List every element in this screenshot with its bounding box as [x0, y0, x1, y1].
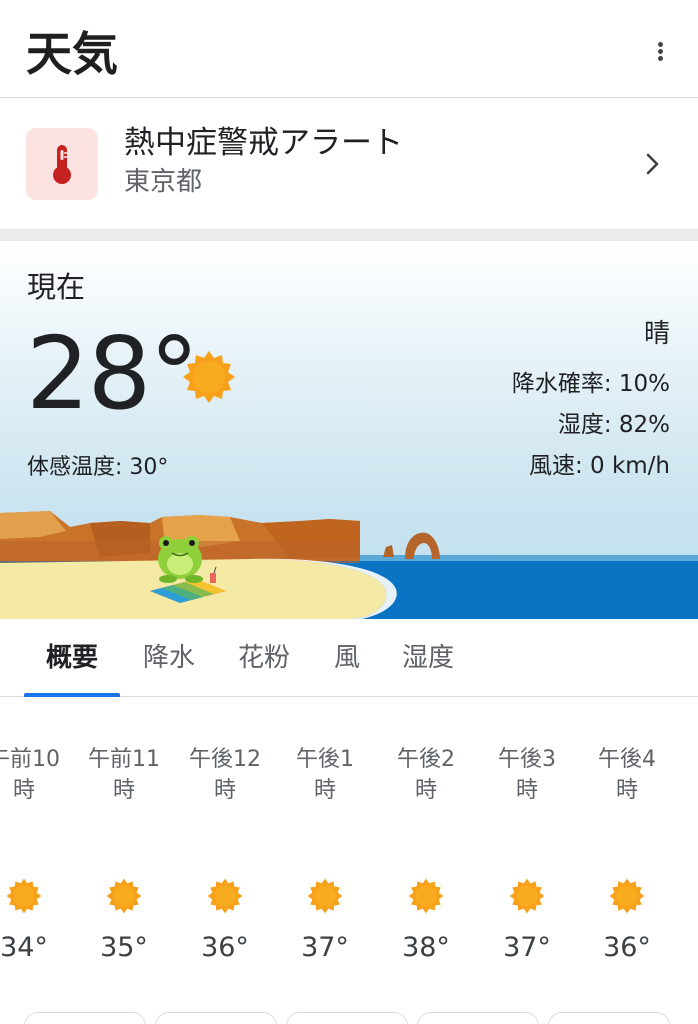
- hour-temperature: 35°: [100, 932, 148, 963]
- hour-label: 午後4 時: [598, 747, 656, 803]
- sunny-icon: [609, 878, 645, 914]
- alert-title: 熱中症警戒アラート: [124, 125, 403, 161]
- app-bar: 天気: [0, 0, 698, 98]
- current-label: 現在: [27, 270, 86, 304]
- chevron-right-icon: [646, 153, 659, 175]
- hour-temperature: 36°: [603, 932, 651, 963]
- hour-label: 午後2 時: [397, 747, 455, 803]
- tab-precipitation[interactable]: 降水: [143, 641, 195, 675]
- hour-label: 午後12 時: [189, 747, 261, 803]
- thermometer-icon: [26, 128, 98, 200]
- tab-humidity[interactable]: 湿度: [402, 641, 454, 675]
- tab-wind[interactable]: 風: [334, 641, 360, 675]
- forecast-chip[interactable]: [155, 1012, 277, 1024]
- forecast-chip[interactable]: [548, 1012, 670, 1024]
- hour-label: 午前10時: [0, 747, 60, 803]
- alert-location: 東京都: [124, 167, 203, 197]
- forecast-tabs: 概要 降水 花粉 風 湿度: [0, 619, 698, 697]
- hour-label: 午後3 時: [498, 747, 556, 803]
- forecast-chip[interactable]: [417, 1012, 539, 1024]
- forecast-chip[interactable]: [24, 1012, 146, 1024]
- feels-like: 体感温度: 30°: [27, 455, 169, 480]
- heat-alert-card[interactable]: 熱中症警戒アラート 東京都: [0, 99, 698, 229]
- sunny-icon: [509, 878, 545, 914]
- section-divider: [0, 229, 698, 241]
- hour-temperature: 37°: [301, 932, 349, 963]
- tab-pollen[interactable]: 花粉: [238, 641, 290, 675]
- sunny-icon: [207, 878, 243, 914]
- hour-temperature: 36°: [201, 932, 249, 963]
- hour-temperature: 34°: [0, 932, 48, 963]
- sunny-icon: [6, 878, 42, 914]
- weather-condition: 晴: [643, 319, 670, 349]
- humidity: 湿度: 82%: [557, 412, 670, 438]
- hour-temperature: 38°: [402, 932, 450, 963]
- sunny-icon: [408, 878, 444, 914]
- sunny-icon: [106, 878, 142, 914]
- precipitation-chance: 降水確率: 10%: [511, 371, 670, 397]
- sunny-icon: [307, 878, 343, 914]
- forecast-chip[interactable]: [286, 1012, 408, 1024]
- hour-temperature: 37°: [503, 932, 551, 963]
- page-title: 天気: [26, 27, 118, 81]
- hour-label: 午前11 時: [88, 747, 160, 803]
- current-weather-panel: 現在 28° 体感温度: 30° 晴 降水確率: 10% 湿度: 82% 風速:…: [0, 241, 698, 619]
- wind-speed: 風速: 0 km/h: [528, 453, 670, 479]
- hour-label: 午後1 時: [296, 747, 354, 803]
- tab-overview[interactable]: 概要: [46, 641, 98, 675]
- current-temperature: 28°: [26, 315, 199, 432]
- sunny-icon: [183, 351, 235, 403]
- more-options-icon[interactable]: [648, 36, 672, 66]
- active-tab-indicator: [24, 693, 120, 697]
